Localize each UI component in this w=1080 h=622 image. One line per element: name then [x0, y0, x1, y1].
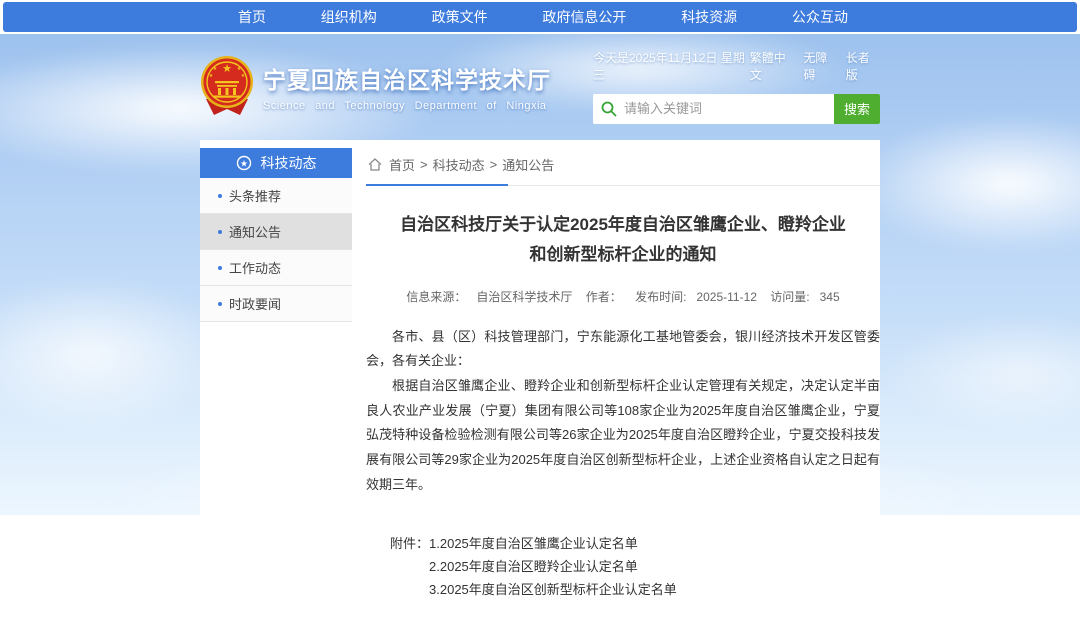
brand-text: 宁夏回族自治区科学技术厅 Science and Technology Depa…: [263, 61, 551, 112]
sidebar-item-current-politics[interactable]: 时政要闻: [200, 286, 352, 322]
star-circle-icon: ★: [236, 155, 252, 171]
search-bar: 搜索: [593, 94, 880, 124]
attachment-item: 2.2025年度自治区瞪羚企业认定名单: [429, 556, 677, 579]
sidebar: ★ 科技动态 头条推荐 通知公告 工作动态 时政要闻: [200, 148, 352, 602]
bullet-dot-icon: [218, 266, 222, 270]
nav-item-organization[interactable]: 组织机构: [321, 7, 377, 27]
breadcrumb-active-underline: [366, 184, 508, 186]
breadcrumb-separator: >: [490, 157, 498, 172]
current-date: 今天是2025年11月12日 星期三: [593, 49, 750, 83]
meta-visits-label: 访问量:: [770, 290, 809, 304]
nav-item-policy-documents[interactable]: 政策文件: [432, 7, 488, 27]
header-right: 今天是2025年11月12日 星期三 繁體中文 无障碍 长者版 搜索: [593, 49, 880, 124]
site-subtitle: Science and Technology Department of Nin…: [263, 100, 551, 112]
svg-text:★: ★: [237, 66, 242, 72]
attachments: 附件： 1.2025年度自治区雏鹰企业认定名单 2.2025年度自治区瞪羚企业认…: [390, 533, 880, 601]
bullet-dot-icon: [218, 194, 222, 198]
bullet-dot-icon: [218, 302, 222, 306]
quick-links: 繁體中文 无障碍 长者版: [750, 49, 880, 83]
cloud: [880, 314, 1080, 434]
search-button[interactable]: 搜索: [834, 94, 880, 124]
site-title: 宁夏回族自治区科学技术厅: [263, 61, 551, 95]
attachment-link-2[interactable]: 2.2025年度自治区瞪羚企业认定名单: [429, 559, 638, 574]
article-paragraph: 根据自治区雏鹰企业、瞪羚企业和创新型标杆企业认定管理有关规定，决定认定半亩良人农…: [366, 374, 880, 497]
sidebar-menu: 头条推荐 通知公告 工作动态 时政要闻: [200, 178, 352, 322]
top-navigation-inner: 首页 组织机构 政策文件 政府信息公开 科技资源 公众互动: [200, 2, 880, 32]
svg-text:★: ★: [222, 63, 232, 75]
meta-publish-date: 2025-11-12: [696, 290, 757, 304]
article-meta: 信息来源： 自治区科学技术厅 作者： 发布时间: 2025-11-12 访问量: 34…: [366, 288, 880, 305]
sidebar-item-work-updates[interactable]: 工作动态: [200, 250, 352, 286]
svg-text:★: ★: [241, 73, 246, 79]
site-header: ★ ★ ★ ★ ★ 宁夏回族自治区科学技术厅 Science and Techn…: [200, 32, 880, 140]
date-row: 今天是2025年11月12日 星期三 繁體中文 无障碍 长者版: [593, 49, 880, 83]
article-body: 各市、县（区）科技管理部门，宁东能源化工基地管委会，银川经济技术开发区管委会，各…: [366, 325, 880, 498]
sidebar-item-label: 工作动态: [229, 258, 281, 277]
nav-item-home[interactable]: 首页: [238, 7, 266, 27]
meta-source: 自治区科学技术厅: [476, 290, 572, 304]
nav-item-tech-resources[interactable]: 科技资源: [681, 7, 737, 27]
article-title-line: 自治区科技厅关于认定2025年度自治区雏鹰企业、瞪羚企业: [366, 210, 880, 240]
nav-item-public-interaction[interactable]: 公众互动: [792, 7, 848, 27]
article-section: 首页 > 科技动态 > 通知公告 自治区科技厅关于认定2025年度自治区雏鹰企业…: [352, 148, 880, 602]
cloud: [850, 114, 1080, 254]
svg-text:★: ★: [239, 159, 247, 169]
elder-version-link[interactable]: 长者版: [846, 49, 880, 83]
attachment-item: 3.2025年度自治区创新型标杆企业认定名单: [429, 579, 677, 602]
article-title-line: 和创新型标杆企业的通知: [366, 240, 880, 270]
traditional-chinese-link[interactable]: 繁體中文: [750, 49, 796, 83]
sidebar-item-headlines[interactable]: 头条推荐: [200, 178, 352, 214]
svg-text:★: ★: [209, 73, 214, 79]
accessibility-link[interactable]: 无障碍: [803, 49, 837, 83]
attachment-link-3[interactable]: 3.2025年度自治区创新型标杆企业认定名单: [429, 582, 677, 597]
national-emblem-logo: ★ ★ ★ ★ ★: [200, 55, 254, 117]
article-title: 自治区科技厅关于认定2025年度自治区雏鹰企业、瞪羚企业 和创新型标杆企业的通知: [366, 210, 880, 270]
meta-author-label: 作者：: [586, 290, 622, 304]
breadcrumb-home[interactable]: 首页: [389, 155, 415, 174]
main-content-panel: ★ 科技动态 头条推荐 通知公告 工作动态 时政要闻: [200, 140, 880, 622]
search-input[interactable]: [593, 94, 834, 124]
meta-publish-label: 发布时间:: [635, 290, 686, 304]
sidebar-header: ★ 科技动态: [200, 148, 352, 178]
site-brand[interactable]: ★ ★ ★ ★ ★ 宁夏回族自治区科学技术厅 Science and Techn…: [200, 55, 551, 117]
article-paragraph: 各市、县（区）科技管理部门，宁东能源化工基地管委会，银川经济技术开发区管委会，各…: [366, 325, 880, 374]
sidebar-item-label: 时政要闻: [229, 294, 281, 313]
breadcrumb-current: 通知公告: [502, 155, 554, 174]
attachment-item: 1.2025年度自治区雏鹰企业认定名单: [429, 533, 677, 556]
sidebar-title: 科技动态: [261, 153, 317, 173]
sidebar-item-notices[interactable]: 通知公告: [200, 214, 352, 250]
search-icon: [601, 101, 617, 117]
nav-item-government-info-disclosure[interactable]: 政府信息公开: [542, 7, 626, 27]
attachments-label: 附件：: [390, 533, 429, 601]
bullet-dot-icon: [218, 230, 222, 234]
sidebar-item-label: 通知公告: [229, 222, 281, 241]
breadcrumb: 首页 > 科技动态 > 通知公告: [366, 148, 880, 186]
breadcrumb-category[interactable]: 科技动态: [433, 155, 485, 174]
home-icon: [368, 158, 382, 171]
top-navigation: 首页 组织机构 政策文件 政府信息公开 科技资源 公众互动: [3, 2, 1077, 32]
breadcrumb-separator: >: [420, 157, 428, 172]
meta-source-label: 信息来源：: [406, 290, 466, 304]
attachments-list: 1.2025年度自治区雏鹰企业认定名单 2.2025年度自治区瞪羚企业认定名单 …: [429, 533, 677, 601]
attachment-link-1[interactable]: 1.2025年度自治区雏鹰企业认定名单: [429, 536, 638, 551]
meta-visits: 345: [820, 290, 840, 304]
sidebar-item-label: 头条推荐: [229, 186, 281, 205]
svg-text:★: ★: [213, 66, 218, 72]
